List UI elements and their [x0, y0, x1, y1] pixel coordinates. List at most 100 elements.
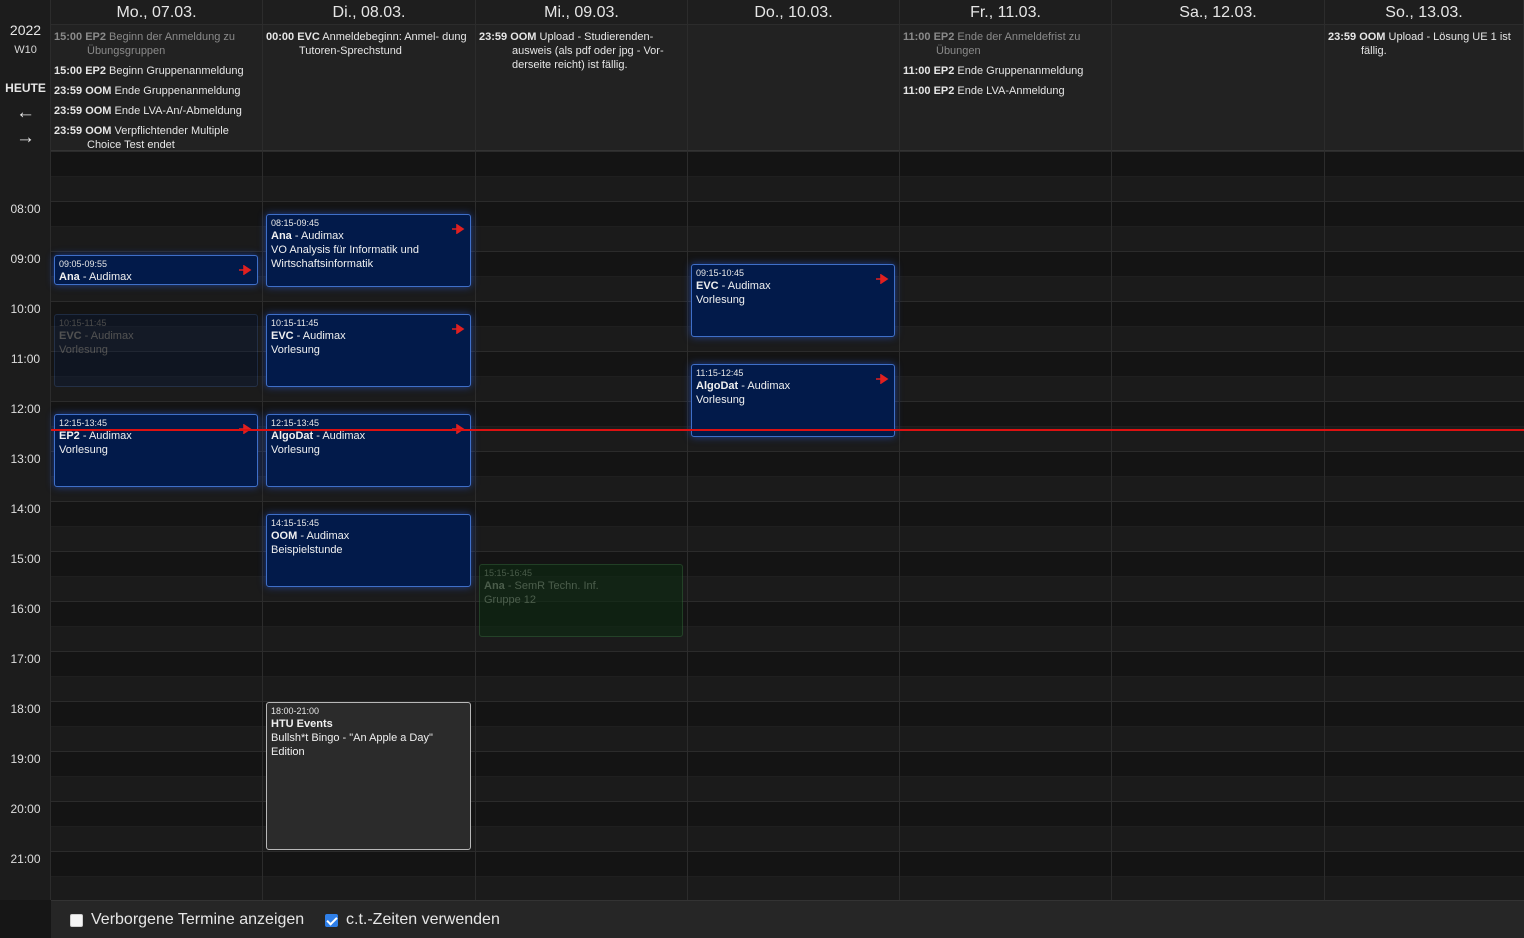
deadline-course: 23:59 OOM	[54, 85, 112, 97]
deadline-item[interactable]: 23:59 OOM Upload - Studierenden- ausweis…	[479, 30, 684, 72]
event-description: Vorlesung	[271, 344, 320, 356]
day-header[interactable]: So., 13.03.	[1325, 0, 1524, 25]
hour-label: 19:00	[10, 752, 41, 766]
deadline-item[interactable]: 11:00 EP2 Ende der Anmeldefrist zu Übung…	[903, 30, 1108, 58]
day-header[interactable]: Di., 08.03.	[263, 0, 476, 25]
ct-times-option[interactable]: c.t.-Zeiten verwenden	[325, 911, 500, 929]
hour-label: 20:00	[10, 802, 41, 816]
event-title: AlgoDat - Audimax	[696, 380, 791, 392]
deadline-course: 23:59 OOM	[479, 31, 537, 43]
event-description: Vorlesung	[271, 444, 320, 456]
hour-label: 21:00	[10, 852, 41, 866]
deadline-item[interactable]: 11:00 EP2 Ende LVA-Anmeldung	[903, 84, 1108, 98]
deadline-item[interactable]: 23:59 OOM Ende Gruppenanmeldung	[54, 84, 259, 98]
event-block[interactable]: 12:15-13:45 EP2 - Audimax Vorlesung	[54, 414, 258, 487]
event-title: EVC - Audimax	[271, 330, 346, 342]
show-hidden-option[interactable]: Verborgene Termine anzeigen	[70, 911, 304, 929]
event-description: VO Analysis für Informatik und	[59, 284, 253, 285]
current-time-line	[51, 429, 1524, 431]
deadline-item[interactable]: 23:59 OOM Ende LVA-An/-Abmeldung	[54, 104, 259, 118]
all-day-area: 11:00 EP2 Ende der Anmeldefrist zu Übung…	[900, 25, 1112, 151]
all-day-area	[1112, 25, 1325, 151]
event-block[interactable]: 14:15-15:45 OOM - Audimax Beispielstunde	[266, 514, 471, 587]
year-label: 2022	[9, 22, 42, 38]
deadline-course: 15:00 EP2	[54, 31, 106, 43]
today-button[interactable]: HEUTE	[0, 81, 51, 95]
event-block[interactable]: 10:15-11:45 EVC - Audimax Vorlesung	[266, 314, 471, 387]
hour-label: 08:00	[10, 202, 41, 216]
lecture-stream-icon[interactable]	[452, 221, 465, 235]
grid-slot	[51, 651, 1524, 676]
day-header[interactable]: Do., 10.03.	[688, 0, 900, 25]
day-header[interactable]: Mo., 07.03.	[51, 0, 263, 25]
event-block[interactable]: 09:15-10:45 EVC - Audimax Vorlesung	[691, 264, 895, 337]
event-time: 15:15-16:45	[484, 568, 533, 578]
day-header[interactable]: Sa., 12.03.	[1112, 0, 1325, 25]
lecture-stream-icon[interactable]	[239, 262, 252, 276]
grid-slot	[51, 851, 1524, 876]
previous-week-arrow-icon[interactable]: ←	[0, 103, 51, 123]
event-description: Vorlesung	[59, 344, 108, 356]
grid-line	[51, 876, 1524, 877]
event-title: AlgoDat - Audimax	[271, 430, 366, 442]
all-day-area: 00:00 EVC Anmeldebeginn: Anmel- dung Tut…	[263, 25, 476, 151]
show-hidden-checkbox[interactable]	[70, 913, 83, 927]
calendar-week-view: 2022 W10 HEUTE ← → 08:00 09:00 10:00 11:00 1…	[0, 0, 1524, 938]
next-week-arrow-icon[interactable]: →	[0, 128, 51, 148]
grid-slot	[51, 176, 1524, 201]
event-description: Vorlesung	[696, 394, 745, 406]
event-block[interactable]: 15:15-16:45 Ana - SemR Techn. Inf. Gruppe …	[479, 564, 683, 637]
event-block[interactable]: 08:15-09:45 Ana - Audimax VO Analysis für …	[266, 214, 471, 287]
day-header[interactable]: Fr., 11.03.	[900, 0, 1112, 25]
hour-label: 18:00	[10, 702, 41, 716]
event-time: 12:15-13:45	[59, 418, 108, 428]
ct-times-checkbox[interactable]	[325, 913, 338, 927]
deadline-item[interactable]: 23:59 OOM Upload - Lösung UE 1 ist fälli…	[1328, 30, 1520, 58]
all-day-area: 23:59 OOM Upload - Studierenden- ausweis…	[476, 25, 688, 151]
deadline-course: 15:00 EP2	[54, 65, 106, 77]
lecture-stream-icon[interactable]	[452, 321, 465, 335]
event-description: Vorlesung	[696, 294, 745, 306]
event-time: 18:00-21:00	[271, 706, 320, 716]
grid-slot	[51, 876, 1524, 901]
lecture-stream-icon[interactable]	[876, 271, 889, 285]
grid-line	[51, 601, 1524, 602]
event-time: 12:15-13:45	[271, 418, 320, 428]
calendar-gutter: 2022 W10 HEUTE ← → 08:00 09:00 10:00 11:00 1…	[0, 0, 51, 900]
hour-label: 17:00	[10, 652, 41, 666]
event-description: VO Analysis für Informatik und Wirtschaf…	[271, 244, 419, 270]
hour-label: 15:00	[10, 552, 41, 566]
event-title: EVC - Audimax	[59, 330, 134, 342]
deadline-item[interactable]: 11:00 EP2 Ende Gruppenanmeldung	[903, 64, 1108, 78]
ct-times-label: c.t.-Zeiten verwenden	[346, 911, 500, 928]
event-title: Ana - Audimax	[59, 271, 132, 283]
deadline-item[interactable]: 15:00 EP2 Beginn Gruppenanmeldung	[54, 64, 259, 78]
event-block[interactable]: 12:15-13:45 AlgoDat - Audimax Vorlesung	[266, 414, 471, 487]
deadline-course: 11:00 EP2	[903, 31, 955, 43]
deadline-item[interactable]: 15:00 EP2 Beginn der Anmeldung zu Übungs…	[54, 30, 259, 58]
hour-label: 09:00	[10, 252, 41, 266]
deadline-course: 23:59 OOM	[54, 125, 112, 137]
event-time: 10:15-11:45	[59, 318, 107, 328]
event-title: OOM - Audimax	[271, 530, 350, 542]
event-block[interactable]: 11:15-12:45 AlgoDat - Audimax Vorlesung	[691, 364, 895, 437]
event-block[interactable]: 18:00-21:00 HTU Events Bullsh*t Bingo - "A…	[266, 702, 471, 850]
lecture-stream-icon[interactable]	[876, 371, 889, 385]
hour-label: 14:00	[10, 502, 41, 516]
grid-line	[51, 626, 1524, 627]
week-label: W10	[14, 44, 37, 56]
deadline-item[interactable]: 23:59 OOM Verpflichtender Multiple Choic…	[54, 124, 259, 152]
event-block[interactable]: 09:05-09:55 Ana - AudimaxVO Analysis für …	[54, 255, 258, 285]
event-title: EVC - Audimax	[696, 280, 771, 292]
event-title: EP2 - Audimax	[59, 430, 132, 442]
grid-line	[51, 176, 1524, 177]
deadline-item[interactable]: 00:00 EVC Anmeldebeginn: Anmel- dung Tut…	[266, 30, 472, 58]
grid-line	[51, 676, 1524, 677]
event-description: Beispielstunde	[271, 544, 343, 556]
show-hidden-label: Verborgene Termine anzeigen	[91, 911, 305, 928]
all-day-area: 15:00 EP2 Beginn der Anmeldung zu Übungs…	[51, 25, 263, 151]
event-block[interactable]: 10:15-11:45 EVC - Audimax Vorlesung	[54, 314, 258, 387]
day-header[interactable]: Mi., 09.03.	[476, 0, 688, 25]
event-title: Ana - Audimax	[271, 230, 344, 242]
grid-slot	[51, 151, 1524, 176]
